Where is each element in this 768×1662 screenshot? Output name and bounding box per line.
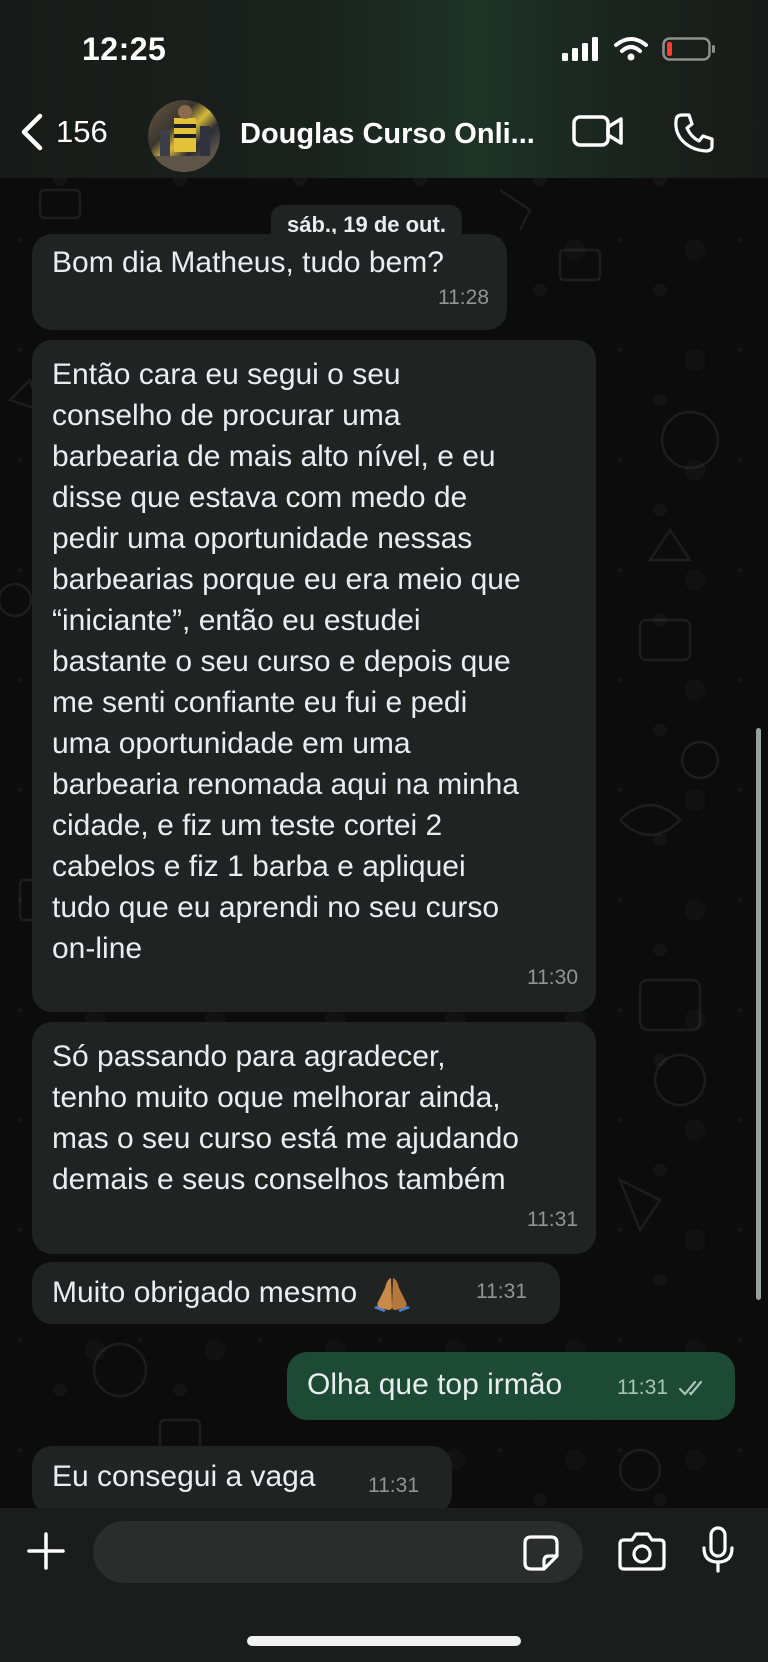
home-indicator[interactable] [247,1636,521,1646]
back-button[interactable]: 156 [18,112,108,152]
avatar-photo [148,105,220,172]
chat-header: 12:25 156 Douglas Curso Onli... [0,0,768,178]
message-bubble-incoming[interactable]: Bom dia Matheus, tudo bem? 11:28 [32,234,507,330]
message-time: 11:31 [368,1474,419,1497]
message-time: 11:28 [438,286,489,309]
battery-icon [662,37,715,61]
message-text-row: Muito obrigado mesmo [52,1272,412,1313]
camera-button[interactable] [618,1531,666,1576]
microphone-icon [702,1526,734,1573]
message-text: Só passando para agradecer, tenho muito … [52,1040,519,1196]
status-bar-icons [562,36,716,62]
video-call-icon [572,115,623,147]
video-call-button[interactable] [572,114,624,153]
voice-call-button[interactable] [673,112,715,159]
message-text: Muito obrigado mesmo [52,1276,358,1309]
wifi-icon [614,37,648,61]
message-time: 11:31 [617,1376,668,1399]
scrollbar[interactable] [756,728,761,1300]
unread-count: 156 [56,114,108,149]
camera-icon [618,1532,666,1571]
folded-hands-emoji [373,1278,410,1313]
message-input[interactable] [93,1521,583,1583]
message-text: Bom dia Matheus, tudo bem? [52,246,444,279]
message-text: Eu consegui a vaga [52,1460,316,1493]
signal-icon [562,37,598,61]
back-chevron-icon [21,113,43,151]
microphone-button[interactable] [700,1526,736,1579]
message-time: 11:31 [476,1280,527,1303]
attach-button[interactable] [26,1531,66,1576]
sticker-button[interactable] [522,1534,560,1577]
sticker-icon [523,1535,559,1571]
message-bubble-outgoing[interactable]: Olha que top irmão 11:31 [287,1352,735,1420]
message-text: Então cara eu segui o seu conselho de pr… [52,358,521,965]
message-time-row: 11:31 [617,1367,708,1408]
message-time: 11:31 [527,1208,578,1231]
contact-name[interactable]: Douglas Curso Onli... [240,118,535,151]
status-bar-time: 12:25 [82,31,167,67]
message-bubble-incoming[interactable]: Então cara eu segui o seu conselho de pr… [32,340,596,1012]
double-check-icon [678,1381,702,1397]
plus-icon [27,1532,65,1570]
message-bubble-incoming[interactable]: Muito obrigado mesmo 11:31 [32,1262,560,1324]
message-text: Olha que top irmão [307,1368,563,1401]
phone-icon [674,113,714,153]
message-bubble-incoming[interactable]: Só passando para agradecer, tenho muito … [32,1022,596,1254]
contact-avatar[interactable] [148,100,220,172]
message-bubble-incoming[interactable]: Eu consegui a vaga 11:31 [32,1446,452,1514]
message-time: 11:30 [527,966,578,989]
